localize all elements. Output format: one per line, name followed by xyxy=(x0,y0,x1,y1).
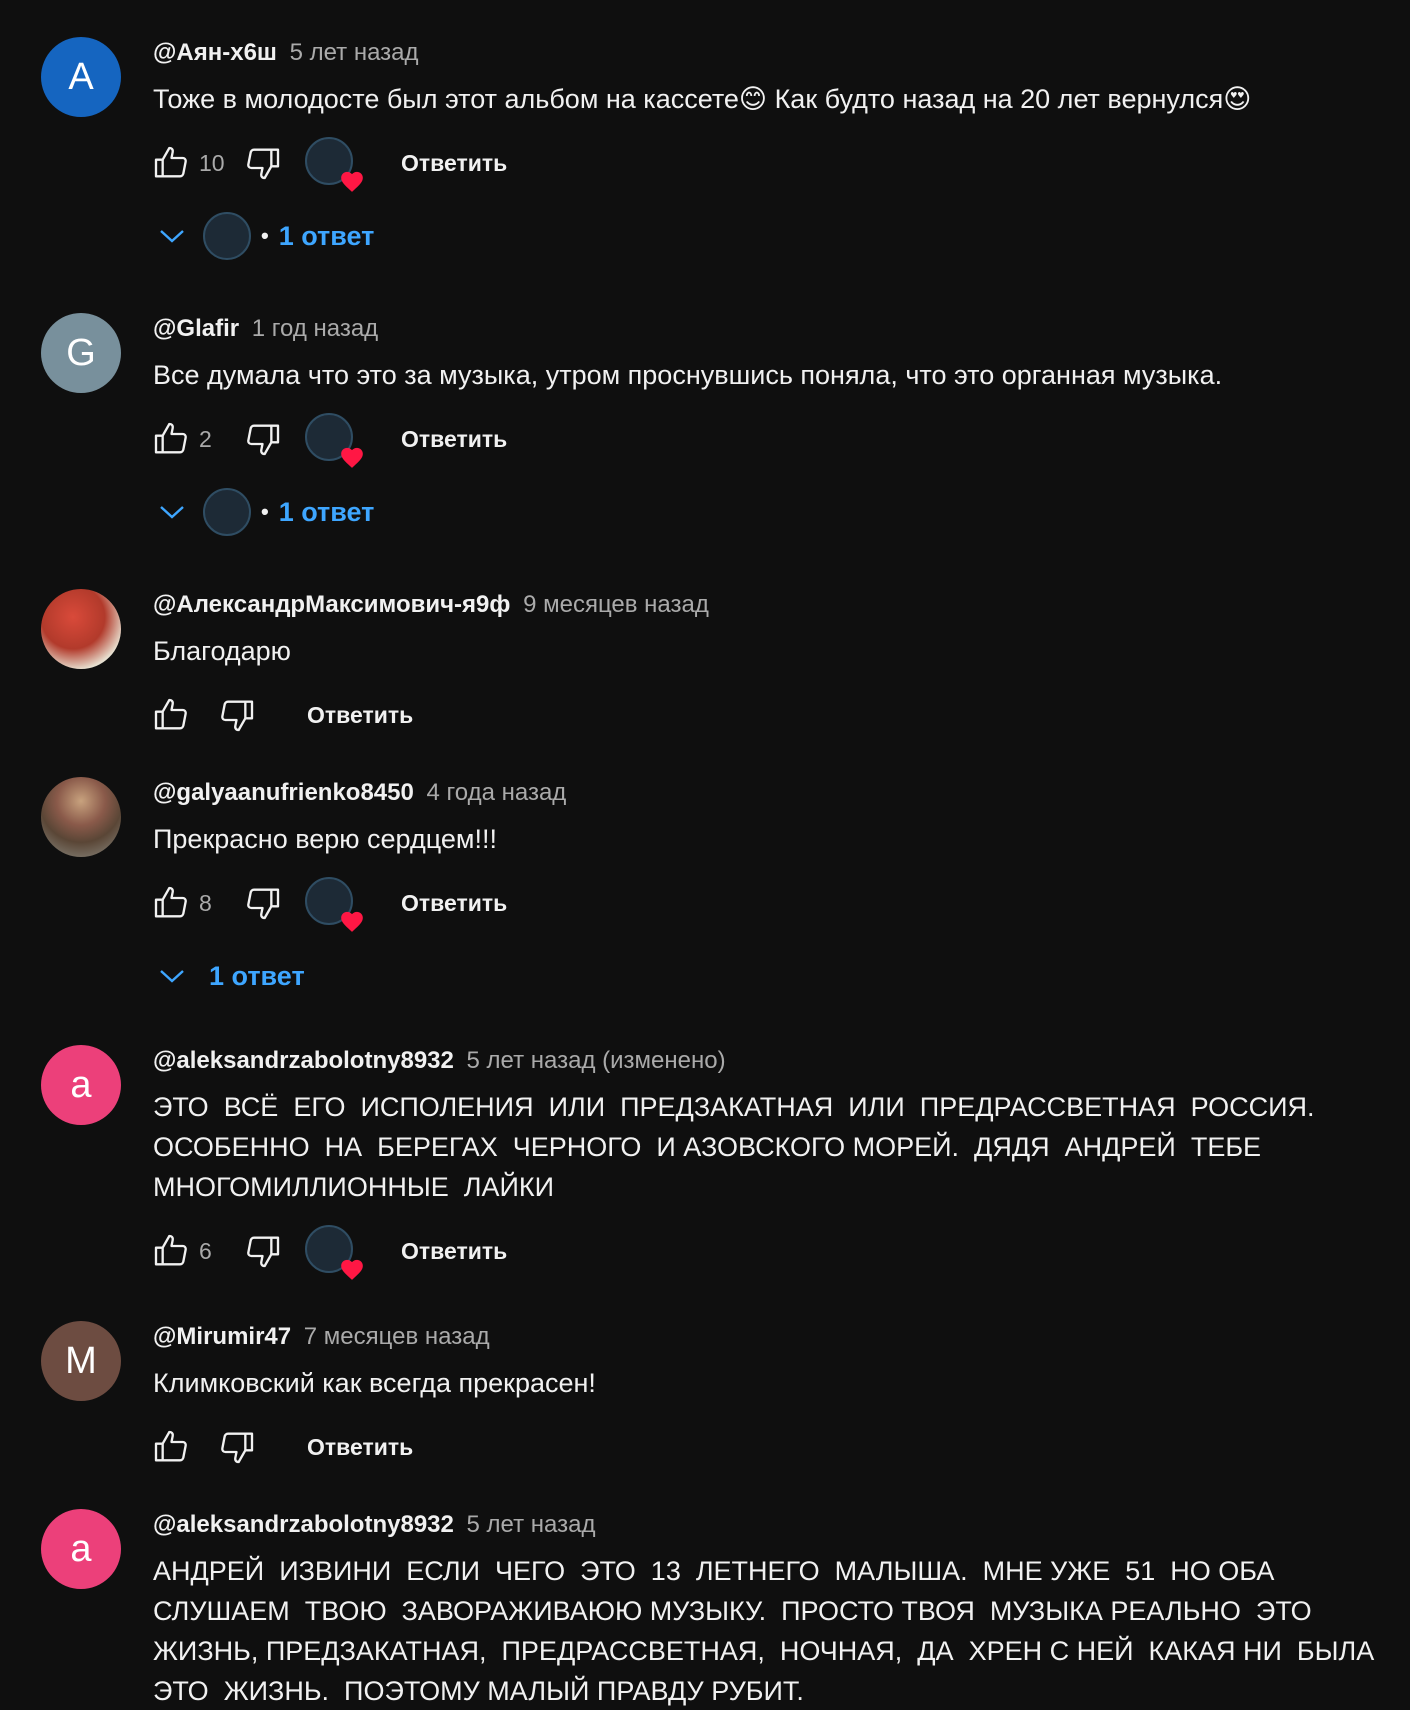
separator-dot: • xyxy=(261,223,269,248)
thumbs-down-icon xyxy=(247,1236,280,1268)
comment-text: Все думала что это за музыка, утром прос… xyxy=(153,360,1223,390)
dislike-button[interactable] xyxy=(241,141,285,185)
heart-icon xyxy=(341,1259,363,1280)
heart-icon xyxy=(341,911,363,932)
thumbs-down-icon xyxy=(247,888,280,920)
comment-author[interactable]: @galyaanufrienko8450 xyxy=(153,779,414,806)
avatar[interactable] xyxy=(41,777,121,857)
avatar[interactable]: M xyxy=(41,1321,121,1401)
comment-author[interactable]: @aleksandrzabolotny8932 xyxy=(153,1047,454,1074)
reply-count: 1 ответ xyxy=(209,960,305,991)
like-count: 6 xyxy=(199,1237,212,1264)
thumbs-up-icon xyxy=(154,146,187,178)
creator-heart xyxy=(305,1225,363,1280)
creator-heart xyxy=(305,877,363,932)
like-button[interactable] xyxy=(149,881,193,925)
comment-author[interactable]: @aleksandrzabolotny8932 xyxy=(153,1511,454,1538)
like-button[interactable] xyxy=(149,693,193,737)
comment-time[interactable]: 5 лет назад xyxy=(467,1511,596,1538)
dislike-button[interactable] xyxy=(215,693,259,737)
heart-icon xyxy=(341,171,363,192)
comment-text: ЭТО ВСЁ ЕГО ИСПОЛЕНИЯ ИЛИ ПРЕДЗАКАТНАЯ И… xyxy=(153,1092,1315,1202)
comment-time[interactable]: 5 лет назад (изменено) xyxy=(467,1047,726,1074)
avatar[interactable]: A xyxy=(41,37,121,117)
dislike-button[interactable] xyxy=(241,417,285,461)
comment-time[interactable]: 7 месяцев назад xyxy=(304,1323,490,1350)
thumbs-down-icon xyxy=(221,700,254,732)
creator-heart xyxy=(305,137,363,192)
view-replies-button[interactable]: • 1 ответ xyxy=(159,485,1393,539)
like-button[interactable] xyxy=(149,1229,193,1273)
thumbs-up-icon xyxy=(154,698,187,730)
thumbs-up-icon xyxy=(154,1430,187,1462)
avatar[interactable] xyxy=(41,589,121,669)
comment-author[interactable]: @Аян-х6ш xyxy=(153,39,277,66)
like-count: 10 xyxy=(199,149,225,176)
creator-heart xyxy=(305,413,363,468)
reply-count: 1 ответ xyxy=(278,220,375,251)
chevron-down-icon xyxy=(160,970,184,983)
reply-button[interactable]: Ответить xyxy=(401,150,507,177)
comment-text: Благодарю xyxy=(153,636,291,666)
like-button[interactable] xyxy=(149,417,193,461)
comment-author[interactable]: @АлександрМаксимович-я9ф xyxy=(153,591,510,618)
reply-button[interactable]: Ответить xyxy=(401,1238,507,1265)
comment-text: АНДРЕЙ ИЗВИНИ ЕСЛИ ЧЕГО ЭТО 13 ЛЕТНЕГО М… xyxy=(153,1556,1375,1706)
comment-text: Прекрасно верю сердцем!!! xyxy=(153,824,497,854)
view-replies-button[interactable]: 1 ответ xyxy=(159,949,1393,1003)
thumbs-down-icon xyxy=(247,424,280,456)
thumbs-down-icon xyxy=(247,148,280,180)
view-replies-button[interactable]: • 1 ответ xyxy=(159,209,1393,263)
chevron-down-icon xyxy=(160,506,184,519)
avatar[interactable]: G xyxy=(41,313,121,393)
comment-time[interactable]: 5 лет назад xyxy=(290,39,419,66)
like-button[interactable] xyxy=(149,141,193,185)
comment-author[interactable]: @Glafir xyxy=(153,315,239,342)
reply-button[interactable]: Ответить xyxy=(307,702,413,729)
like-count: 8 xyxy=(199,889,212,916)
dislike-button[interactable] xyxy=(241,881,285,925)
like-count: 2 xyxy=(199,425,212,452)
dislike-button[interactable] xyxy=(241,1229,285,1273)
thumbs-up-icon xyxy=(154,422,187,454)
thumbs-down-icon xyxy=(221,1432,254,1464)
creator-avatar xyxy=(203,488,251,536)
reply-button[interactable]: Ответить xyxy=(401,426,507,453)
heart-icon xyxy=(341,447,363,468)
chevron-down-icon xyxy=(160,230,184,243)
reply-button[interactable]: Ответить xyxy=(307,1434,413,1461)
comment-author[interactable]: @Mirumir47 xyxy=(153,1323,291,1350)
reply-count: 1 ответ xyxy=(278,496,375,527)
comment-time[interactable]: 9 месяцев назад xyxy=(523,591,709,618)
thumbs-up-icon xyxy=(154,886,187,918)
reply-button[interactable]: Ответить xyxy=(401,890,507,917)
avatar[interactable]: a xyxy=(41,1509,121,1589)
dislike-button[interactable] xyxy=(215,1425,259,1469)
like-button[interactable] xyxy=(149,1425,193,1469)
comment-time[interactable]: 1 год назад xyxy=(252,315,378,342)
comment-text: Климковский как всегда прекрасен! xyxy=(153,1368,596,1398)
comment-text: Тоже в молодосте был этот альбом на касс… xyxy=(153,84,1252,114)
thumbs-up-icon xyxy=(154,1234,187,1266)
comment-time[interactable]: 4 года назад xyxy=(427,779,567,806)
separator-dot: • xyxy=(261,499,269,524)
creator-avatar xyxy=(203,212,251,260)
avatar[interactable]: a xyxy=(41,1045,121,1125)
